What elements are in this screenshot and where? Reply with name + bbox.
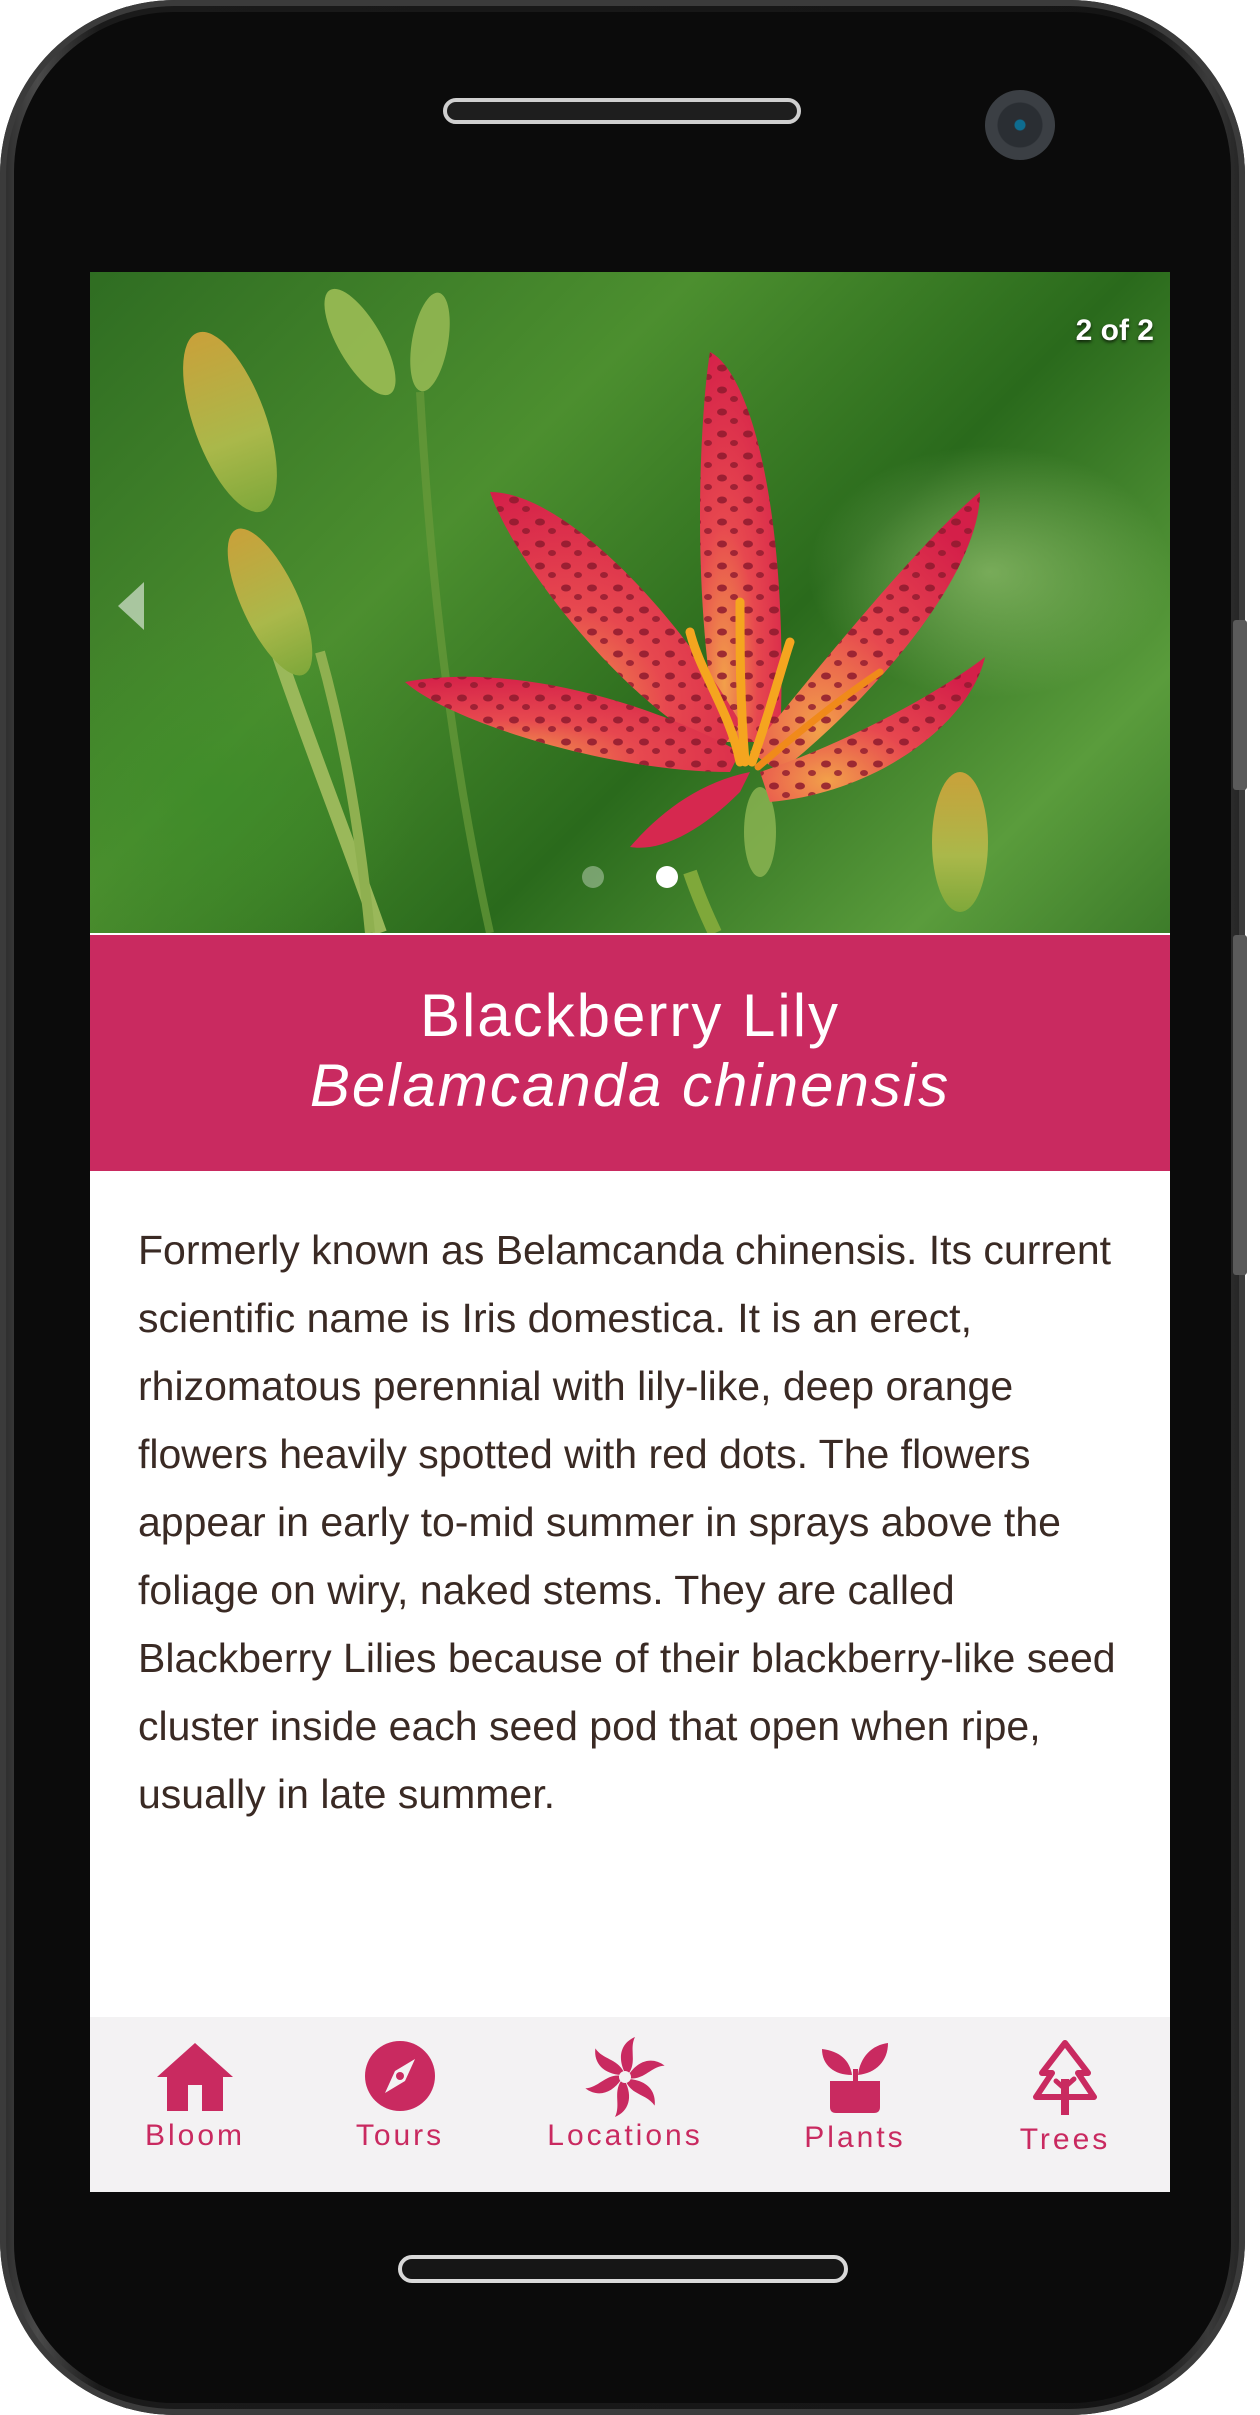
plant-scientific-name: Belamcanda chinensis [309, 1052, 951, 1119]
earpiece-speaker [443, 98, 801, 124]
tab-bloom-label: Bloom [144, 2119, 246, 2152]
carousel-pagination [90, 866, 1170, 893]
phone-frame: 2 of 2 Blackberry Lily Belamcanda chinen… [0, 0, 1247, 2415]
tab-plants[interactable]: Plants [750, 2017, 960, 2192]
tab-trees-label: Trees [1019, 2123, 1111, 2156]
front-camera [985, 90, 1055, 160]
flower-photo [183, 288, 988, 933]
pagination-dot-1[interactable] [582, 866, 604, 888]
plant-description: Formerly known as Belamcanda chinensis. … [138, 1227, 1116, 1817]
slide-counter: 2 of 2 [1075, 314, 1154, 347]
power-button [1233, 935, 1247, 1275]
pinwheel-icon [585, 2037, 665, 2117]
tab-plants-label: Plants [804, 2121, 906, 2154]
tab-tours[interactable]: Tours [300, 2017, 500, 2192]
tree-icon [1033, 2040, 1097, 2115]
photo-carousel[interactable]: 2 of 2 [90, 272, 1170, 933]
volume-button [1233, 620, 1247, 790]
app-screen: 2 of 2 Blackberry Lily Belamcanda chinen… [90, 272, 1170, 2192]
plant-title-banner: Blackberry Lily Belamcanda chinensis [90, 935, 1170, 1171]
home-button[interactable] [398, 2255, 848, 2283]
tab-bloom[interactable]: Bloom [90, 2017, 300, 2192]
seedling-pot-icon [822, 2043, 888, 2113]
plant-common-name: Blackberry Lily [419, 982, 841, 1049]
previous-slide-arrow-icon[interactable] [118, 582, 144, 630]
bottom-tab-bar: Bloom Tours Locations Plants Trees [90, 2017, 1170, 2192]
tab-locations[interactable]: Locations [500, 2017, 750, 2192]
house-icon [157, 2043, 233, 2111]
tab-locations-label: Locations [547, 2119, 703, 2152]
tab-tours-label: Tours [355, 2119, 445, 2152]
tab-trees[interactable]: Trees [960, 2017, 1170, 2192]
pagination-dot-2[interactable] [656, 866, 678, 888]
compass-icon [365, 2041, 435, 2111]
